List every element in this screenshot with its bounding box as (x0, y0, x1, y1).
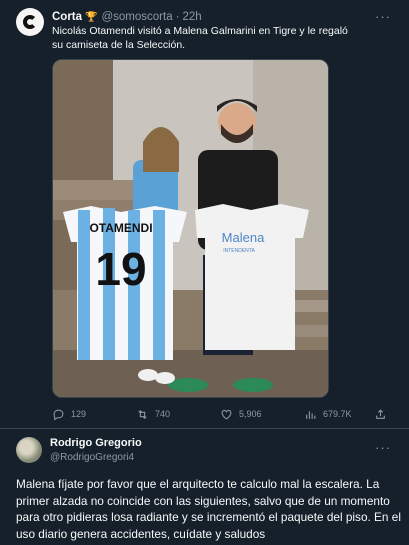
reply-button[interactable]: 129 (52, 408, 136, 421)
tweet-photo[interactable]: OTAMENDI 19 Malena INTENDENTA (52, 59, 329, 398)
author-name[interactable]: Rodrigo Gregorio (50, 437, 142, 449)
views-button[interactable]: 679.7K (304, 408, 374, 421)
retweet-button[interactable]: 740 (136, 408, 220, 421)
avatar[interactable] (16, 437, 42, 463)
views-icon (306, 410, 316, 419)
retweet-count: 740 (155, 409, 171, 419)
reply-text: Malena fíjate por favor que el arquitect… (16, 477, 401, 541)
reply-count: 129 (71, 409, 87, 419)
author-handle[interactable]: @somoscorta (101, 11, 172, 23)
author-name[interactable]: Corta (52, 11, 82, 23)
tweet-actions: 129 740 5,906 679.7K (52, 404, 388, 424)
reply-icon (53, 409, 64, 420)
jersey-name-label: OTAMENDI (89, 221, 152, 235)
separator: · (175, 11, 180, 23)
retweet-icon (138, 409, 147, 419)
like-count: 5,906 (239, 409, 262, 419)
share-button[interactable] (374, 408, 387, 421)
tweet-header: Corta 🏆 @somoscorta · 22h (52, 9, 397, 25)
share-icon (376, 408, 385, 419)
corta-logo-icon (23, 15, 37, 29)
view-count: 679.7K (323, 409, 352, 419)
avatar[interactable] (16, 8, 44, 36)
heart-icon (221, 409, 232, 419)
more-options-icon[interactable]: ··· (375, 440, 391, 455)
author-handle[interactable]: @RodrigoGregori4 (50, 452, 134, 463)
timestamp[interactable]: 22h (182, 11, 201, 23)
tshirt-text-label: Malena (222, 230, 265, 245)
tshirt-subtext-label: INTENDENTA (223, 248, 255, 254)
trophy-icon: 🏆 (85, 11, 98, 23)
jersey-number-label: 19 (95, 243, 146, 295)
more-options-icon[interactable]: ··· (375, 9, 391, 24)
divider (0, 428, 409, 429)
tweet-text: Nicolás Otamendi visitó a Malena Galmari… (52, 25, 348, 51)
like-button[interactable]: 5,906 (220, 408, 304, 421)
